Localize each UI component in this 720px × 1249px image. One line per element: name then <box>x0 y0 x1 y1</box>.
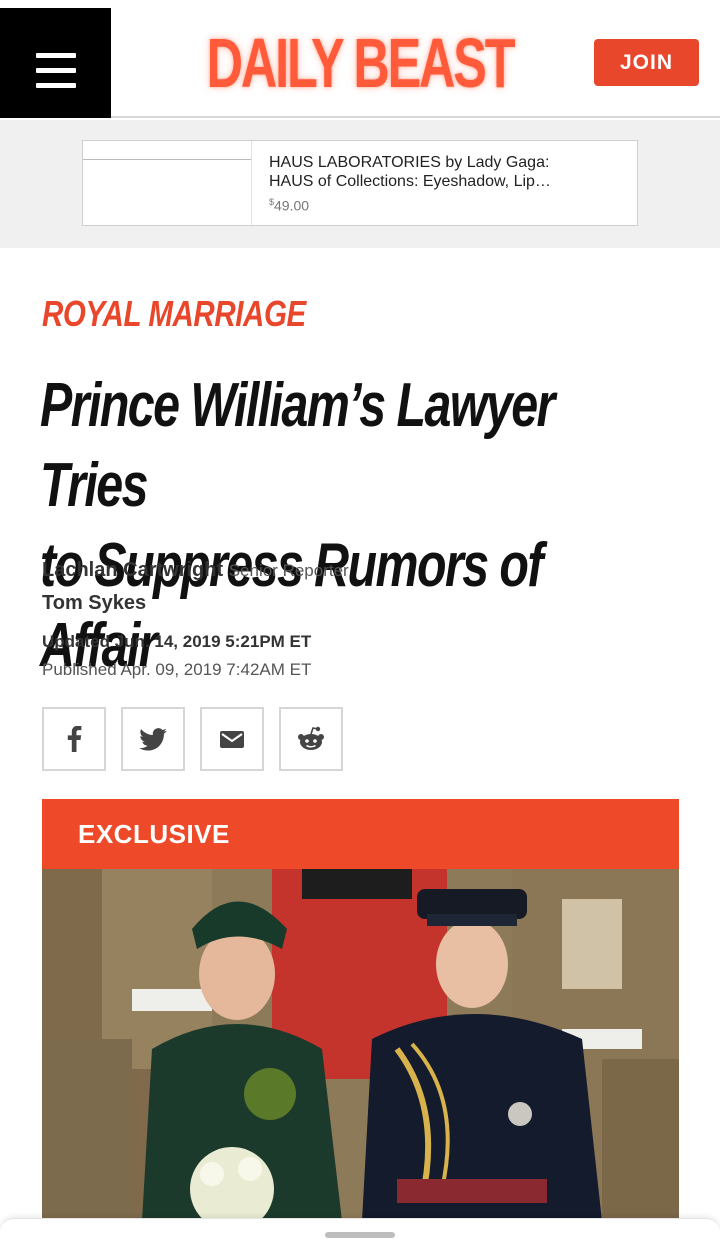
author-name[interactable]: Lachlan Cartwright <box>42 559 223 581</box>
author-name[interactable]: Tom Sykes <box>42 592 146 614</box>
article-dates: Updated Jun. 14, 2019 5:21PM ET Publishe… <box>42 628 311 684</box>
byline-author-1: Lachlan Cartwright Senior Reporter <box>42 554 349 587</box>
email-icon <box>220 730 244 748</box>
byline: Lachlan Cartwright Senior Reporter Tom S… <box>42 554 349 619</box>
share-reddit-button[interactable] <box>279 707 343 771</box>
share-twitter-button[interactable] <box>121 707 185 771</box>
daily-beast-logo[interactable]: DAILY BEAST <box>190 22 530 104</box>
ad-title-line-1: HAUS LABORATORIES by Lady Gaga: <box>269 154 550 171</box>
hamburger-menu-icon <box>36 53 76 58</box>
ad-divider <box>251 141 252 227</box>
updated-date: Updated Jun. 14, 2019 5:21PM ET <box>42 632 312 651</box>
ad-card[interactable]: HAUS LABORATORIES by Lady Gaga: HAUS of … <box>82 140 638 227</box>
exclusive-banner: EXCLUSIVE <box>42 799 679 869</box>
site-header: DAILY BEAST JOIN <box>0 0 720 118</box>
article-hero-photo[interactable] <box>42 869 679 1221</box>
share-buttons <box>42 707 343 771</box>
sheet-handle[interactable] <box>325 1232 395 1238</box>
byline-author-2: Tom Sykes <box>42 587 349 619</box>
logo-text: DAILY BEAST <box>206 24 516 102</box>
reddit-icon <box>298 726 324 750</box>
ad-price-value: 49.00 <box>274 197 310 214</box>
facebook-icon <box>67 726 82 752</box>
share-email-button[interactable] <box>200 707 264 771</box>
ad-price: $49.00 <box>269 193 629 216</box>
hero-photo-illustration <box>42 869 679 1221</box>
hamburger-line <box>36 83 76 88</box>
ad-banner-area: HAUS LABORATORIES by Lady Gaga: HAUS of … <box>0 120 720 248</box>
article-kicker[interactable]: ROYAL MARRIAGE <box>42 293 306 335</box>
ad-image <box>83 159 251 245</box>
join-button[interactable]: JOIN <box>594 39 699 86</box>
exclusive-label: EXCLUSIVE <box>78 818 230 849</box>
share-facebook-button[interactable] <box>42 707 106 771</box>
ad-title-line-2: HAUS of Collections: Eyeshadow, Lip… <box>269 173 551 190</box>
author-role: Senior Reporter <box>228 561 349 580</box>
published-date: Published Apr. 09, 2019 7:42AM ET <box>42 660 312 679</box>
menu-button[interactable] <box>0 8 111 118</box>
twitter-icon <box>139 727 167 751</box>
hamburger-line <box>36 68 76 73</box>
ad-text: HAUS LABORATORIES by Lady Gaga: HAUS of … <box>269 153 629 216</box>
bottom-sheet[interactable] <box>0 1218 720 1249</box>
headline-line-1: Prince William’s Lawyer Tries <box>40 371 555 520</box>
